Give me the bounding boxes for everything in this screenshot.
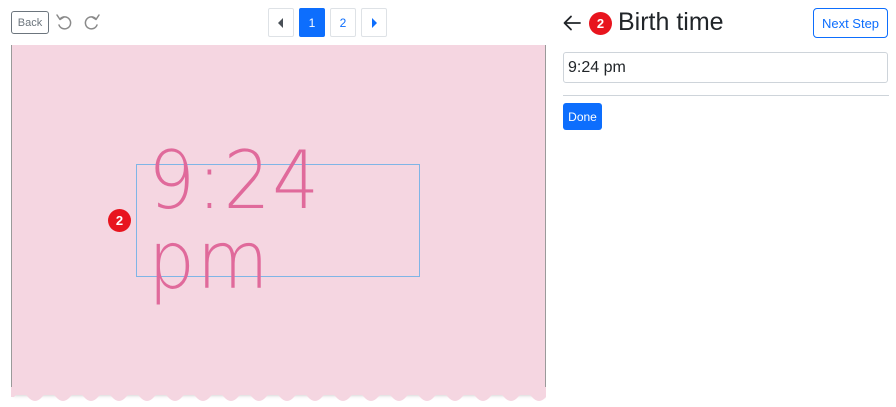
page-2-button[interactable]: 2 [330, 8, 356, 37]
prev-page-button[interactable] [268, 8, 294, 37]
redo-icon[interactable] [82, 12, 102, 32]
caret-left-icon [278, 17, 283, 28]
next-step-button[interactable]: Next Step [813, 8, 888, 38]
design-canvas: 9:24 pm 2 [11, 45, 546, 407]
arrow-left-icon[interactable] [561, 12, 583, 34]
time-text-box[interactable]: 9:24 pm [136, 140, 420, 300]
page-title: Birth time [618, 8, 724, 36]
canvas-page: 9:24 pm 2 [11, 45, 546, 395]
done-button[interactable]: Done [563, 103, 602, 130]
divider [563, 95, 889, 96]
time-text: 9:24 pm [148, 133, 321, 307]
step-badge: 2 [589, 12, 612, 35]
birth-time-input[interactable] [563, 52, 888, 83]
back-button[interactable]: Back [11, 11, 49, 34]
canvas-step-marker: 2 [108, 209, 131, 232]
page-1-button[interactable]: 1 [299, 8, 325, 37]
page-pagination: 1 2 [268, 8, 392, 37]
next-page-button[interactable] [361, 8, 387, 37]
torn-edge [11, 387, 546, 401]
caret-right-icon [372, 17, 377, 28]
undo-icon[interactable] [54, 12, 74, 32]
